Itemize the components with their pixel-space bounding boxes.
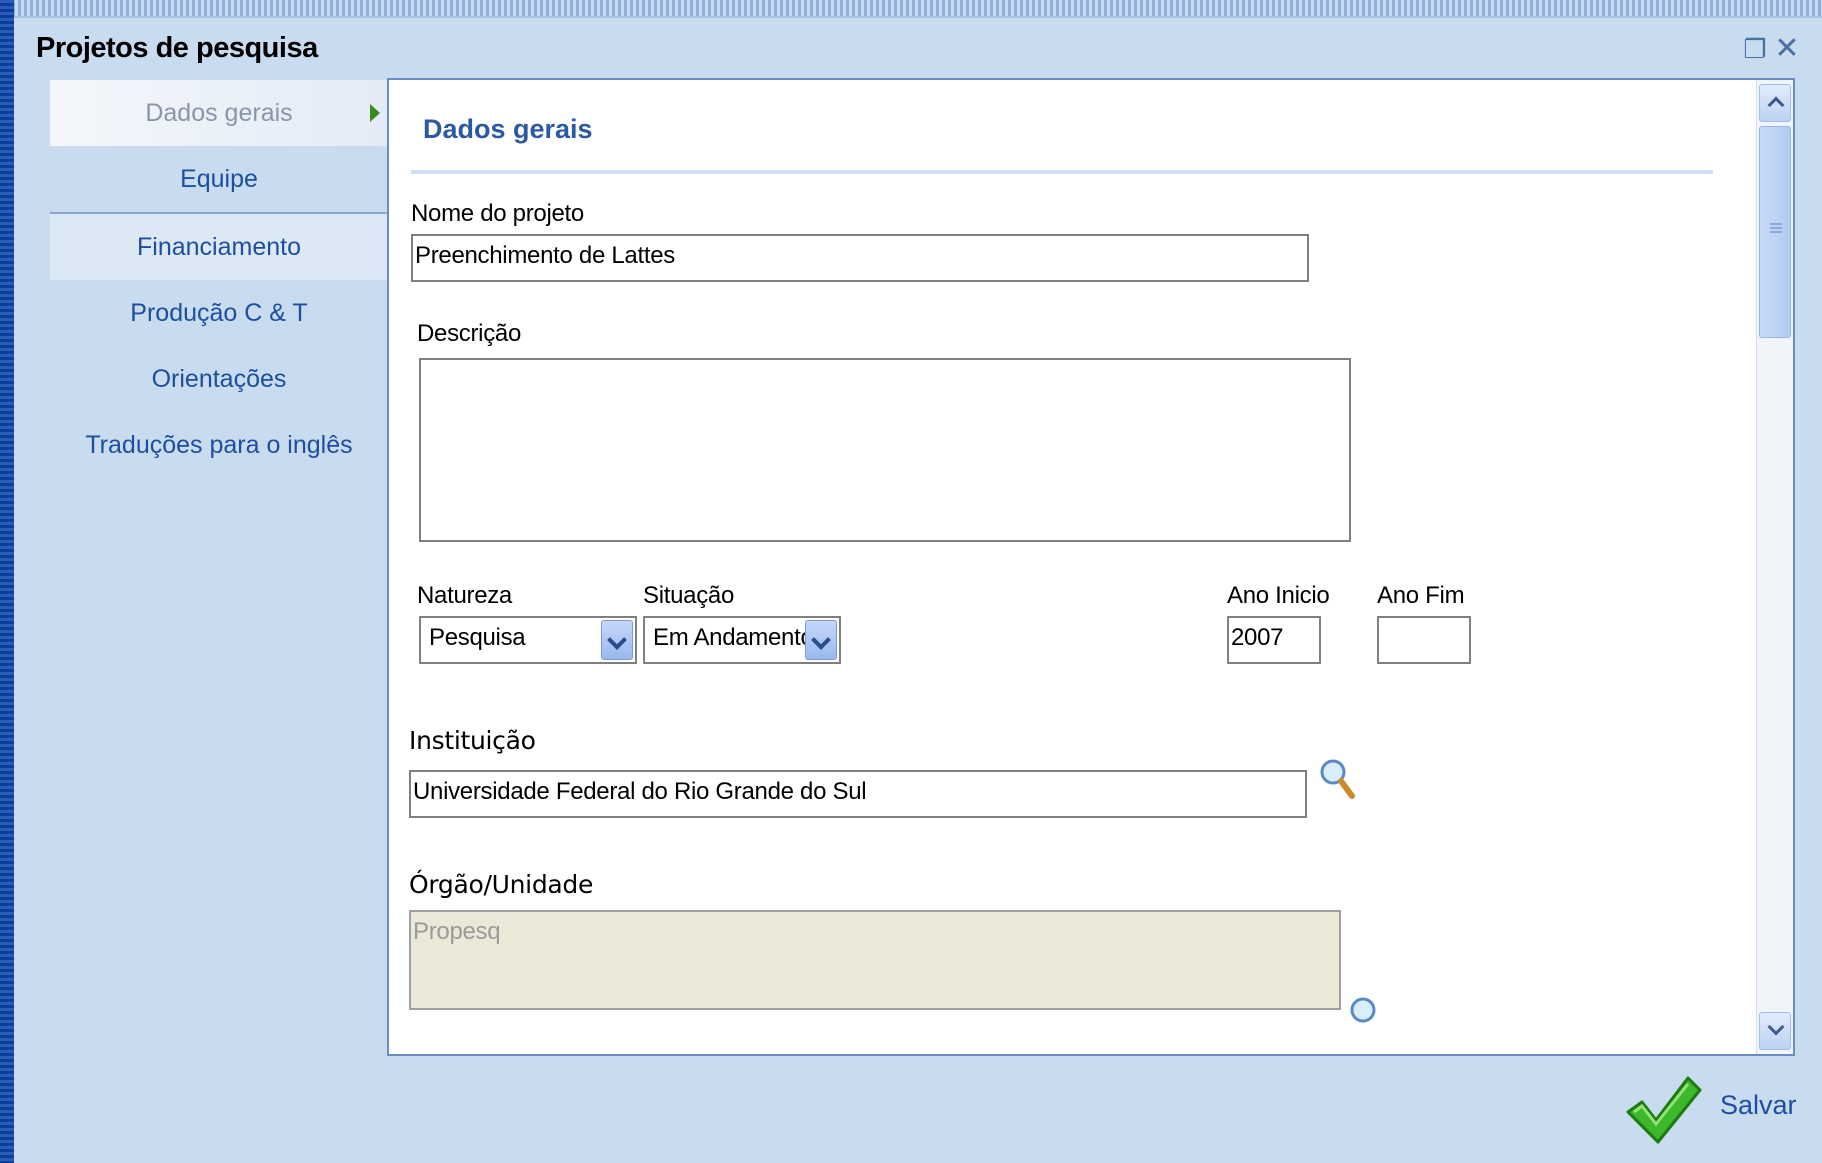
sidebar-item-dados-gerais[interactable]: Dados gerais [50, 80, 388, 146]
nome-field[interactable]: Preenchimento de Lattes [411, 234, 1309, 282]
active-arrow-icon [370, 104, 380, 122]
descricao-textarea[interactable] [419, 358, 1351, 542]
descricao-label: Descrição [417, 320, 521, 347]
sidebar-item-producao[interactable]: Produção C & T [50, 280, 388, 346]
vertical-scrollbar[interactable] [1756, 80, 1793, 1054]
close-icon[interactable]: ✕ [1774, 34, 1800, 64]
desktop-top-strip [0, 0, 1822, 16]
form-panel: Dados gerais Nome do projeto Preenchimen… [387, 78, 1795, 1056]
sidebar-item-orientacoes[interactable]: Orientações [50, 346, 388, 412]
ano-fim-field[interactable] [1377, 616, 1471, 664]
instituicao-label: Instituição [409, 726, 536, 755]
ano-inicio-field[interactable]: 2007 [1227, 616, 1321, 664]
scroll-down-button[interactable] [1759, 1012, 1791, 1050]
section-title: Dados gerais [423, 114, 593, 144]
instituicao-field[interactable]: Universidade Federal do Rio Grande do Su… [409, 770, 1307, 818]
save-button[interactable]: Salvar [1720, 1090, 1797, 1121]
natureza-label: Natureza [417, 582, 512, 609]
sidebar-nav: Dados gerais Equipe Financiamento Produç… [50, 80, 388, 478]
chevron-down-icon[interactable] [601, 620, 633, 660]
sidebar-item-financiamento[interactable]: Financiamento [50, 214, 388, 280]
sidebar-item-label: Orientações [151, 365, 287, 393]
sidebar-item-traducoes[interactable]: Traduções para o inglês [50, 412, 388, 478]
checkmark-icon[interactable] [1622, 1068, 1702, 1148]
search-icon[interactable] [1347, 994, 1387, 1042]
window-title: Projetos de pesquisa [36, 32, 318, 64]
sidebar-item-label: Financiamento [137, 233, 301, 261]
search-icon[interactable] [1317, 756, 1357, 804]
natureza-select[interactable]: Pesquisa [419, 616, 637, 664]
natureza-value: Pesquisa [429, 624, 526, 651]
desktop-left-strip [0, 0, 14, 1163]
sidebar-item-equipe[interactable]: Equipe [50, 146, 388, 214]
ano-fim-label: Ano Fim [1377, 582, 1465, 609]
sidebar-item-label: Equipe [180, 165, 258, 193]
nome-label: Nome do projeto [411, 200, 584, 227]
situacao-label: Situação [643, 582, 734, 609]
chevron-down-icon[interactable] [805, 620, 837, 660]
situacao-select[interactable]: Em Andamento [643, 616, 841, 664]
scroll-thumb[interactable] [1759, 126, 1791, 338]
sidebar-item-label: Traduções para o inglês [85, 431, 353, 459]
orgao-label: Órgão/Unidade [409, 870, 594, 899]
situacao-value: Em Andamento [653, 624, 814, 651]
scroll-up-button[interactable] [1759, 84, 1791, 122]
dialog-window: Projetos de pesquisa ❐ ✕ Dados gerais Eq… [14, 16, 1822, 1163]
orgao-field: Propesq [409, 910, 1341, 1010]
restore-icon[interactable]: ❐ [1742, 34, 1768, 64]
ano-inicio-label: Ano Inicio [1227, 582, 1330, 609]
section-divider [411, 170, 1713, 174]
sidebar-item-label: Dados gerais [145, 99, 293, 127]
sidebar-item-label: Produção C & T [130, 299, 308, 327]
